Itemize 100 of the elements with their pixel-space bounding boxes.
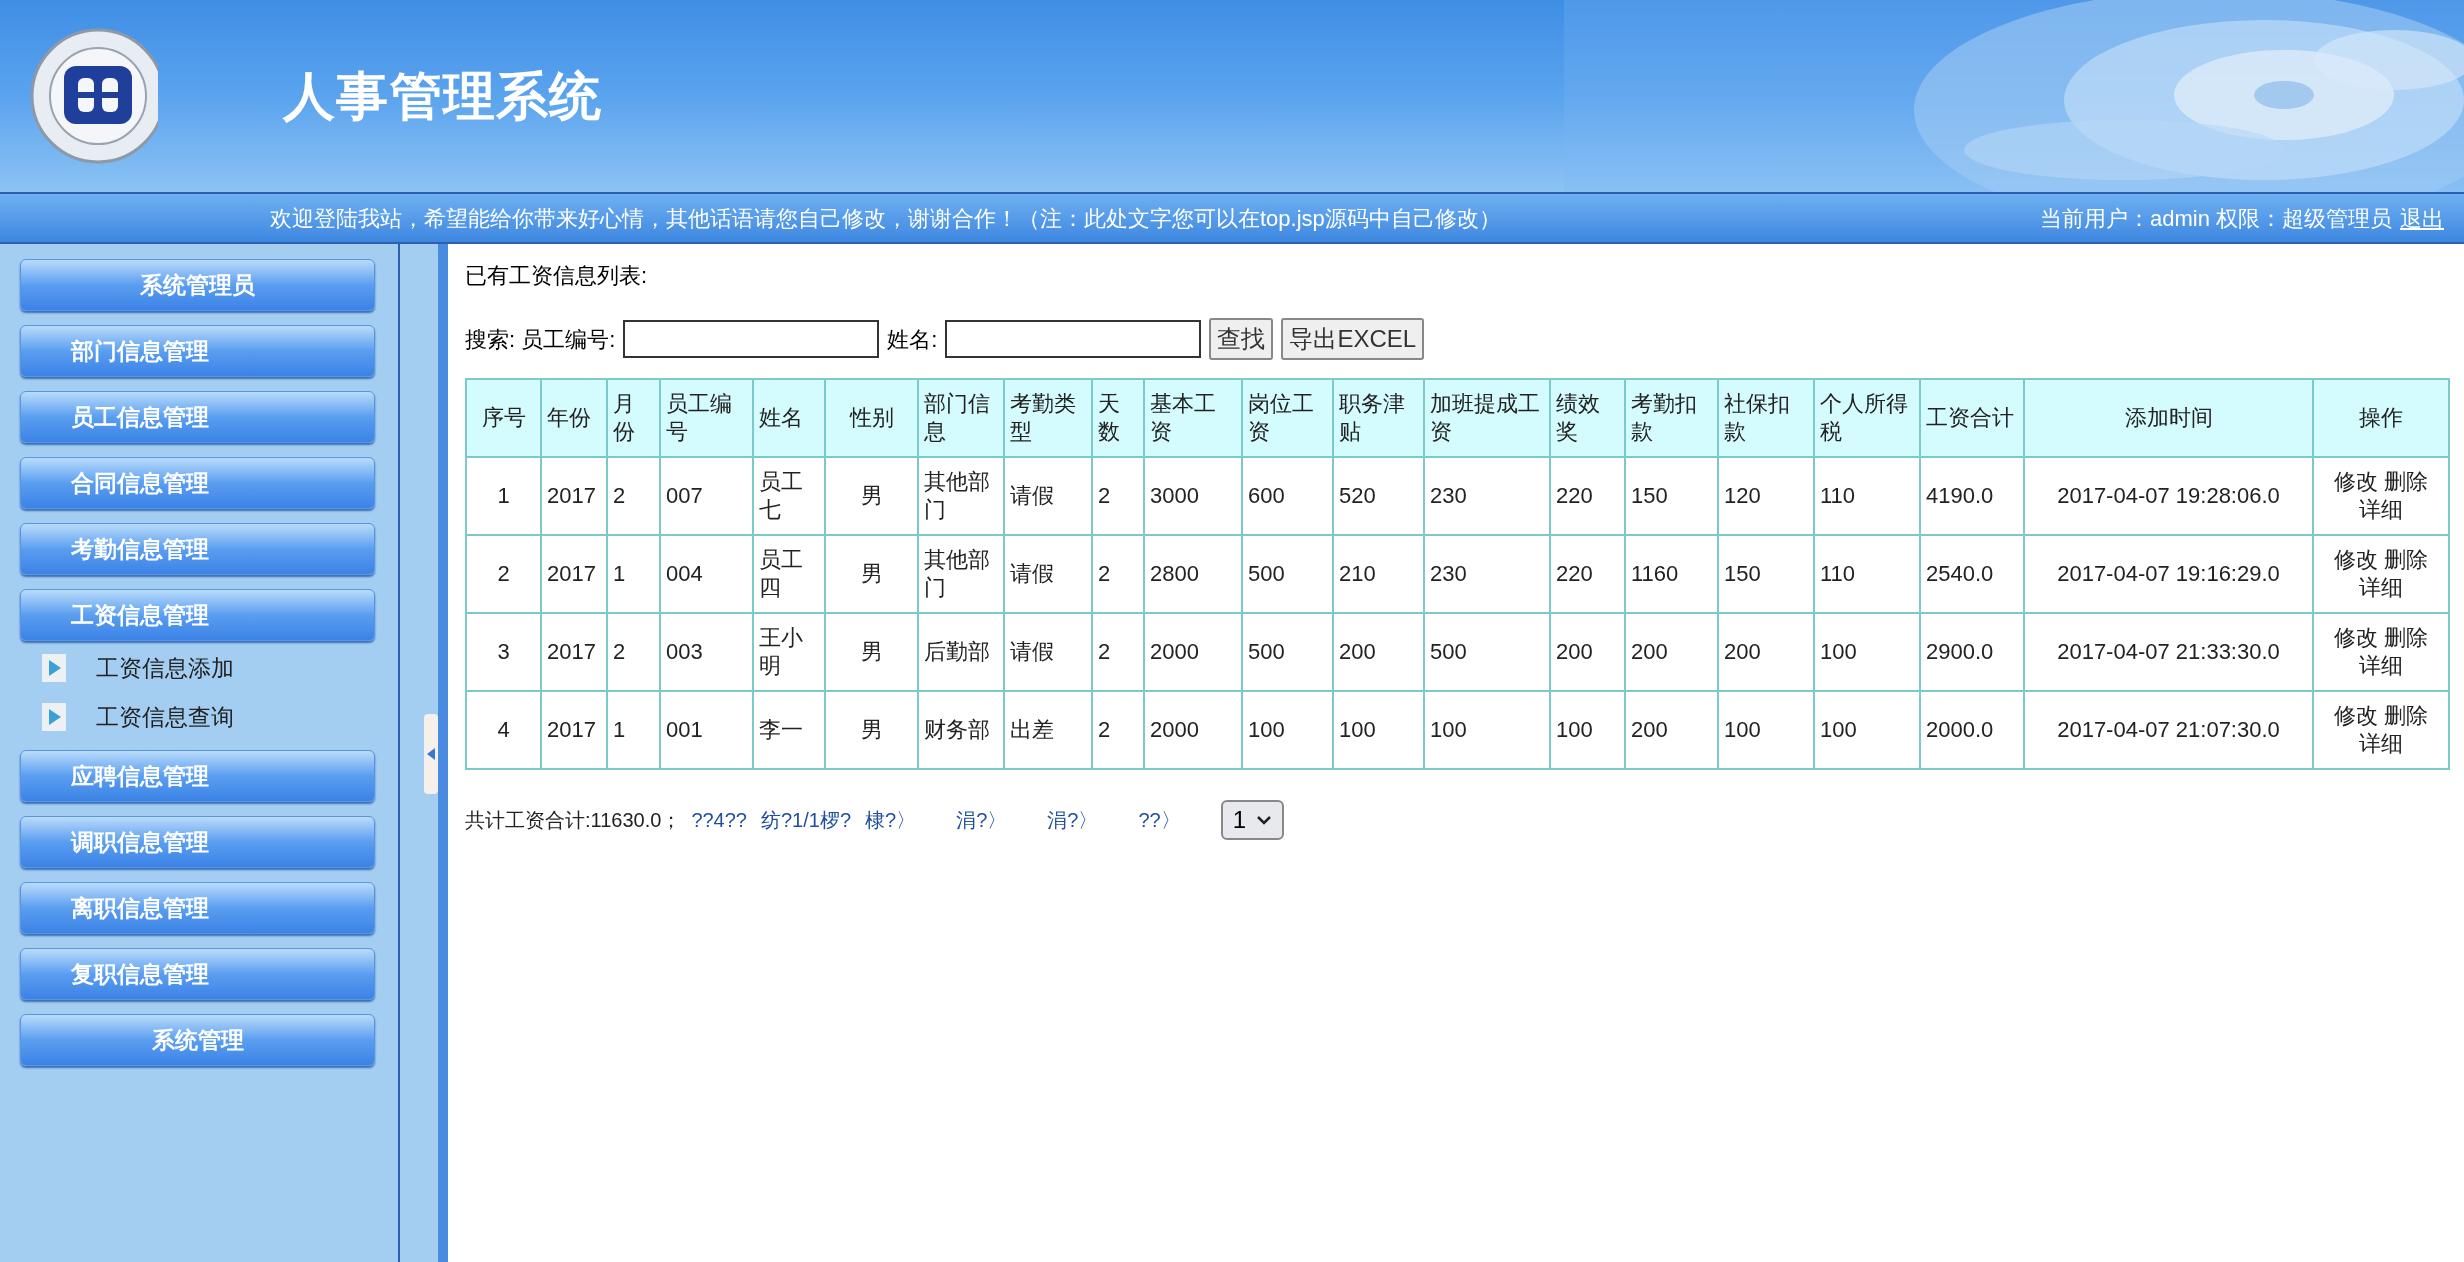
table-cell: 001 bbox=[660, 691, 753, 769]
column-header: 基本工资 bbox=[1144, 379, 1242, 457]
page-select[interactable]: 1 bbox=[1220, 800, 1285, 840]
table-cell: 出差 bbox=[1004, 691, 1092, 769]
table-cell: 200 bbox=[1718, 613, 1814, 691]
table-cell: 100 bbox=[1242, 691, 1333, 769]
table-cell: 2 bbox=[1092, 691, 1144, 769]
column-header: 考勤扣款 bbox=[1625, 379, 1718, 457]
table-cell: 110 bbox=[1814, 535, 1920, 613]
table-cell: 200 bbox=[1550, 613, 1625, 691]
left-arrow-icon bbox=[427, 748, 436, 760]
column-header: 工资合计 bbox=[1920, 379, 2024, 457]
app-title: 人事管理系统 bbox=[283, 66, 603, 127]
table-cell: 150 bbox=[1625, 457, 1718, 535]
table-cell: 1 bbox=[607, 535, 660, 613]
table-cell: 520 bbox=[1333, 457, 1424, 535]
action-link[interactable]: 修改 bbox=[2333, 469, 2378, 494]
table-cell: 100 bbox=[1814, 613, 1920, 691]
table-cell: 男 bbox=[825, 613, 918, 691]
column-header: 性别 bbox=[825, 379, 918, 457]
pagination-link[interactable]: 涓?〉 bbox=[1047, 805, 1099, 835]
table-cell: 500 bbox=[1424, 613, 1550, 691]
table-cell: 2 bbox=[1092, 535, 1144, 613]
table-cell: 004 bbox=[660, 535, 753, 613]
column-header: 加班提成工资 bbox=[1424, 379, 1550, 457]
table-cell: 其他部门 bbox=[918, 535, 1004, 613]
table-cell: 2017 bbox=[541, 613, 607, 691]
table-cell: 200 bbox=[1625, 691, 1718, 769]
column-header: 绩效奖 bbox=[1550, 379, 1625, 457]
table-cell: 请假 bbox=[1004, 613, 1092, 691]
table-cell: 500 bbox=[1242, 535, 1333, 613]
table-cell: 男 bbox=[825, 457, 918, 535]
table-cell: 2 bbox=[1092, 613, 1144, 691]
pagination-link[interactable]: 纺?1/1椤? bbox=[761, 805, 852, 835]
action-link[interactable]: 删除 bbox=[2384, 625, 2429, 650]
pagination-link[interactable]: ??〉 bbox=[1138, 805, 1181, 835]
welcome-message: 欢迎登陆我站，希望能给你带来好心情，其他话语请您自己修改，谢谢合作！（注：此处文字您可以在top.jsp源码中自己修改） bbox=[270, 204, 1501, 233]
table-cell: 2017 bbox=[541, 691, 607, 769]
table-cell: 请假 bbox=[1004, 457, 1092, 535]
action-link[interactable]: 修改 bbox=[2333, 625, 2378, 650]
name-field[interactable] bbox=[945, 320, 1202, 358]
collapse-handle[interactable] bbox=[424, 714, 439, 794]
table-cell: 2000 bbox=[1144, 691, 1242, 769]
action-link[interactable]: 详细 bbox=[2359, 731, 2403, 756]
table-cell: 3000 bbox=[1144, 457, 1242, 535]
employee-id-field[interactable] bbox=[623, 320, 880, 358]
table-cell: 100 bbox=[1718, 691, 1814, 769]
table-cell: 后勤部 bbox=[918, 613, 1004, 691]
table-cell: 100 bbox=[1424, 691, 1550, 769]
pagination-link[interactable]: ??4?? bbox=[691, 805, 747, 835]
table-cell: 1160 bbox=[1625, 535, 1718, 613]
table-cell: 员工四 bbox=[753, 535, 825, 613]
export-button[interactable]: 导出EXCEL bbox=[1281, 318, 1425, 360]
action-link[interactable]: 删除 bbox=[2384, 469, 2429, 494]
column-header: 社保扣款 bbox=[1718, 379, 1814, 457]
table-cell: 007 bbox=[660, 457, 753, 535]
table-cell: 2900.0 bbox=[1920, 613, 2024, 691]
table-cell: 120 bbox=[1718, 457, 1814, 535]
table-cell: 200 bbox=[1625, 613, 1718, 691]
table-cell: 100 bbox=[1814, 691, 1920, 769]
table-cell: 2017 bbox=[541, 535, 607, 613]
action-link[interactable]: 删除 bbox=[2384, 703, 2429, 728]
column-header: 员工编号 bbox=[660, 379, 753, 457]
table-cell: 男 bbox=[825, 691, 918, 769]
table-cell: 2017-04-07 21:07:30.0 bbox=[2024, 691, 2313, 769]
column-header: 部门信息 bbox=[918, 379, 1004, 457]
search-label: 搜索: 员工编号: bbox=[465, 325, 616, 354]
column-header: 添加时间 bbox=[2024, 379, 2313, 457]
column-header: 操作 bbox=[2313, 379, 2449, 457]
sidebar-subitem[interactable]: 工资信息添加 bbox=[20, 651, 399, 686]
action-link[interactable]: 详细 bbox=[2359, 653, 2403, 678]
pagination-link[interactable]: 棣?〉 bbox=[865, 805, 917, 835]
action-link[interactable]: 删除 bbox=[2384, 547, 2429, 572]
table-cell: 230 bbox=[1424, 535, 1550, 613]
search-button[interactable]: 查找 bbox=[1209, 318, 1274, 360]
table-cell: 员工七 bbox=[753, 457, 825, 535]
table-cell: 200 bbox=[1333, 613, 1424, 691]
column-header: 职务津贴 bbox=[1333, 379, 1424, 457]
logo-icon bbox=[28, 26, 158, 166]
action-link[interactable]: 详细 bbox=[2359, 575, 2403, 600]
column-header: 年份 bbox=[541, 379, 607, 457]
action-link[interactable]: 修改 bbox=[2333, 547, 2378, 572]
table-cell: 1 bbox=[607, 691, 660, 769]
table-cell: 李一 bbox=[753, 691, 825, 769]
table-cell: 王小明 bbox=[753, 613, 825, 691]
action-link[interactable]: 详细 bbox=[2359, 497, 2403, 522]
table-cell: 2000 bbox=[1144, 613, 1242, 691]
table-cell: 1 bbox=[466, 457, 541, 535]
column-header: 姓名 bbox=[753, 379, 825, 457]
action-link[interactable]: 修改 bbox=[2333, 703, 2378, 728]
column-header: 序号 bbox=[466, 379, 541, 457]
table-cell: 100 bbox=[1333, 691, 1424, 769]
sidebar-subitem[interactable]: 工资信息查询 bbox=[20, 699, 399, 734]
table-cell: 2000.0 bbox=[1920, 691, 2024, 769]
pagination-link[interactable]: 涓?〉 bbox=[956, 805, 1008, 835]
column-header: 天数 bbox=[1092, 379, 1144, 457]
table-cell: 110 bbox=[1814, 457, 1920, 535]
table-cell: 3 bbox=[466, 613, 541, 691]
table-cell: 2 bbox=[607, 613, 660, 691]
table-cell: 2 bbox=[607, 457, 660, 535]
